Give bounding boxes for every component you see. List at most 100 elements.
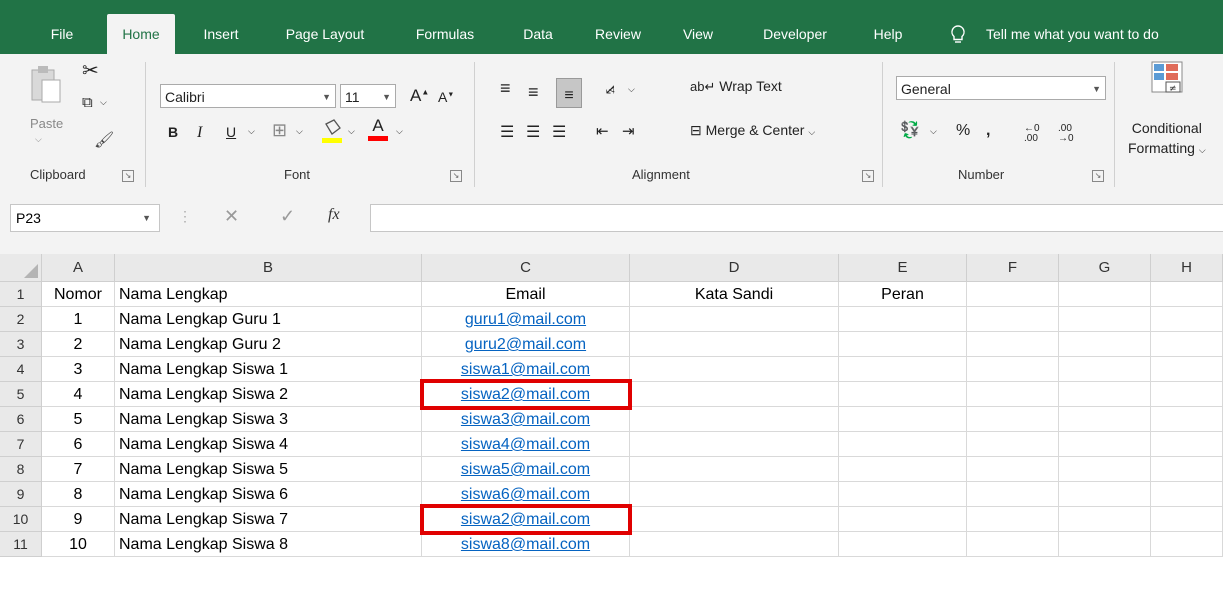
cell-g-11[interactable]	[1059, 532, 1151, 557]
decrease-indent-icon[interactable]: ⇤	[596, 122, 609, 140]
cell-g-6[interactable]	[1059, 407, 1151, 432]
clipboard-launcher-icon[interactable]: ↘	[122, 170, 134, 182]
column-header-g[interactable]: G	[1059, 254, 1151, 282]
tab-developer[interactable]: Developer	[748, 14, 842, 54]
paste-icon[interactable]	[28, 64, 68, 104]
column-header-b[interactable]: B	[115, 254, 422, 282]
row-header[interactable]: 6	[0, 407, 42, 432]
cell-h-9[interactable]	[1151, 482, 1223, 507]
row-header[interactable]: 9	[0, 482, 42, 507]
copy-icon[interactable]: ⧉	[82, 94, 93, 111]
row-header[interactable]: 10	[0, 507, 42, 532]
borders-icon[interactable]: ⊞	[272, 120, 287, 141]
underline-chevron-icon[interactable]: ⌵	[248, 126, 255, 137]
cell-c-3[interactable]: guru2@mail.com	[422, 332, 630, 357]
cell-d-1[interactable]: Kata Sandi	[630, 282, 839, 307]
cell-d-3[interactable]	[630, 332, 839, 357]
align-top-icon[interactable]: ≡	[500, 78, 511, 99]
align-middle-icon[interactable]: ≡	[528, 82, 539, 103]
orientation-chevron-icon[interactable]: ⌵	[628, 84, 635, 95]
conditional-formatting-icon[interactable]: ≠	[1150, 60, 1190, 104]
cell-h-1[interactable]	[1151, 282, 1223, 307]
cell-h-3[interactable]	[1151, 332, 1223, 357]
column-header-h[interactable]: H	[1151, 254, 1223, 282]
percent-button[interactable]: %	[956, 122, 970, 140]
orientation-icon[interactable]: ⦯	[606, 80, 615, 98]
cell-e-6[interactable]	[839, 407, 967, 432]
cell-f-10[interactable]	[967, 507, 1059, 532]
column-header-a[interactable]: A	[42, 254, 115, 282]
copy-chevron-icon[interactable]: ⌵	[100, 97, 107, 108]
fill-color-icon[interactable]	[320, 118, 344, 146]
cell-e-2[interactable]	[839, 307, 967, 332]
cell-f-3[interactable]	[967, 332, 1059, 357]
wrap-text-button[interactable]: ab↵ Wrap Text	[690, 78, 782, 95]
row-header[interactable]: 5	[0, 382, 42, 407]
cell-a-10[interactable]: 9	[42, 507, 115, 532]
column-header-f[interactable]: F	[967, 254, 1059, 282]
cell-e-8[interactable]	[839, 457, 967, 482]
tab-data[interactable]: Data	[514, 14, 562, 54]
row-header[interactable]: 1	[0, 282, 42, 307]
align-center-icon[interactable]: ☰	[526, 122, 540, 142]
cell-d-9[interactable]	[630, 482, 839, 507]
cell-c-5[interactable]: siswa2@mail.com	[422, 382, 630, 407]
cell-c-4[interactable]: siswa1@mail.com	[422, 357, 630, 382]
conditional-formatting-button[interactable]: Conditional Formatting ⌵	[1128, 118, 1206, 160]
cell-e-9[interactable]	[839, 482, 967, 507]
cell-b-11[interactable]: Nama Lengkap Siswa 8	[115, 532, 422, 557]
cell-f-8[interactable]	[967, 457, 1059, 482]
cell-b-5[interactable]: Nama Lengkap Siswa 2	[115, 382, 422, 407]
cell-d-7[interactable]	[630, 432, 839, 457]
tab-page-layout[interactable]: Page Layout	[270, 14, 380, 54]
fill-chevron-icon[interactable]: ⌵	[348, 126, 355, 137]
cell-d-10[interactable]	[630, 507, 839, 532]
cell-f-7[interactable]	[967, 432, 1059, 457]
tell-me-search[interactable]: Tell me what you want to do	[986, 14, 1216, 54]
cell-a-7[interactable]: 6	[42, 432, 115, 457]
cell-d-8[interactable]	[630, 457, 839, 482]
enter-icon[interactable]: ✓	[280, 206, 295, 227]
cell-d-2[interactable]	[630, 307, 839, 332]
cell-a-9[interactable]: 8	[42, 482, 115, 507]
comma-button[interactable]: ,	[986, 122, 990, 140]
format-painter-icon[interactable]: 🖌	[94, 130, 114, 150]
number-format-select[interactable]: General ▼	[896, 76, 1106, 100]
font-launcher-icon[interactable]: ↘	[450, 170, 462, 182]
cell-f-11[interactable]	[967, 532, 1059, 557]
column-header-c[interactable]: C	[422, 254, 630, 282]
cell-c-1[interactable]: Email	[422, 282, 630, 307]
name-box-chevron-icon[interactable]: ▼	[142, 205, 151, 231]
cell-d-5[interactable]	[630, 382, 839, 407]
font-color-chevron-icon[interactable]: ⌵	[396, 126, 403, 137]
cell-h-8[interactable]	[1151, 457, 1223, 482]
cell-h-11[interactable]	[1151, 532, 1223, 557]
cell-e-1[interactable]: Peran	[839, 282, 967, 307]
cell-h-5[interactable]	[1151, 382, 1223, 407]
cell-g-7[interactable]	[1059, 432, 1151, 457]
cell-d-4[interactable]	[630, 357, 839, 382]
font-color-button[interactable]: A	[366, 116, 390, 142]
row-header[interactable]: 3	[0, 332, 42, 357]
cell-c-8[interactable]: siswa5@mail.com	[422, 457, 630, 482]
cell-g-9[interactable]	[1059, 482, 1151, 507]
tab-view[interactable]: View	[676, 14, 720, 54]
cell-c-9[interactable]: siswa6@mail.com	[422, 482, 630, 507]
insert-function-button[interactable]: fx	[328, 206, 340, 224]
cell-b-6[interactable]: Nama Lengkap Siswa 3	[115, 407, 422, 432]
borders-chevron-icon[interactable]: ⌵	[296, 126, 303, 137]
cell-a-6[interactable]: 5	[42, 407, 115, 432]
accounting-format-icon[interactable]: 💱	[900, 120, 920, 140]
cell-f-2[interactable]	[967, 307, 1059, 332]
cell-e-10[interactable]	[839, 507, 967, 532]
cell-g-8[interactable]	[1059, 457, 1151, 482]
cell-a-1[interactable]: Nomor	[42, 282, 115, 307]
cell-c-10[interactable]: siswa2@mail.com	[422, 507, 630, 532]
cell-a-11[interactable]: 10	[42, 532, 115, 557]
merge-center-button[interactable]: ⊟ Merge & Center ⌵	[690, 122, 815, 139]
cancel-icon[interactable]: ✕	[224, 206, 239, 227]
cell-b-8[interactable]: Nama Lengkap Siswa 5	[115, 457, 422, 482]
increase-indent-icon[interactable]: ⇥	[622, 122, 635, 140]
column-header-e[interactable]: E	[839, 254, 967, 282]
cell-e-7[interactable]	[839, 432, 967, 457]
